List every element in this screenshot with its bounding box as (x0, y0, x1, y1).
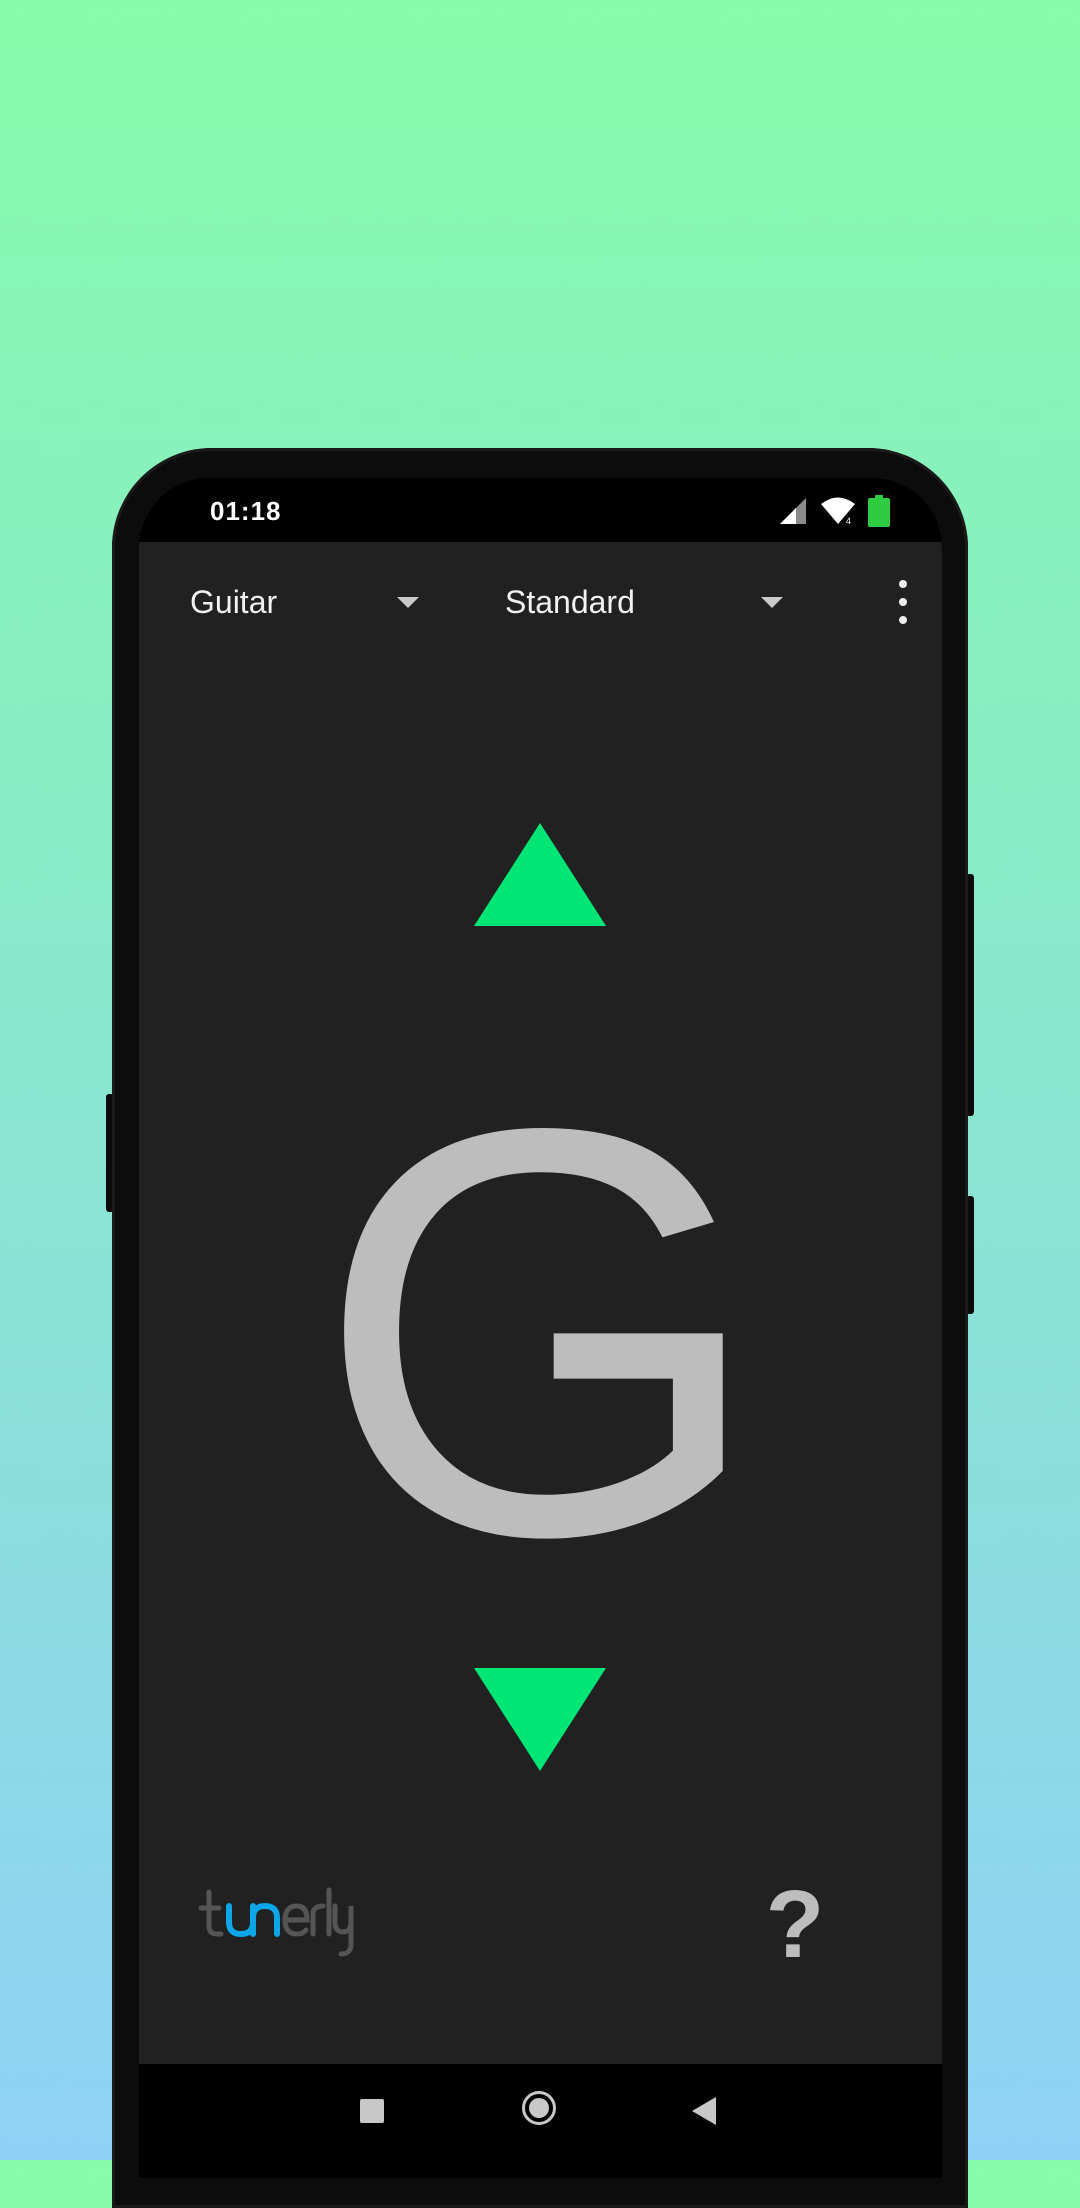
dropdown-arrow-icon (761, 597, 783, 608)
instrument-label: Guitar (190, 583, 278, 620)
toolbar: Guitar Standard (139, 542, 942, 662)
tuning-label: Standard (505, 583, 635, 620)
instrument-dropdown[interactable]: Guitar (190, 572, 430, 632)
navigation-bar (139, 2064, 942, 2178)
tune-up-arrow-icon (474, 823, 606, 926)
status-bar: 01:18 4 (139, 478, 942, 542)
more-vert-icon (899, 580, 907, 588)
status-time: 01:18 (210, 496, 282, 526)
detected-note: G (314, 1008, 767, 1656)
help-button[interactable]: ? (755, 1877, 835, 1973)
signal-icon (780, 498, 806, 524)
wifi-icon: 4 (821, 497, 855, 526)
recents-icon[interactable] (360, 2099, 384, 2123)
home-icon[interactable] (522, 2091, 556, 2125)
tune-down-arrow-icon (474, 1668, 606, 1771)
tuner-app: Guitar Standard G ? (139, 542, 942, 2064)
tunerly-logo (198, 1887, 354, 1957)
status-icons: 4 (778, 494, 890, 528)
svg-text:4: 4 (846, 516, 851, 526)
phone-screen: 01:18 4 Guitar Standard G ? (139, 478, 942, 2178)
tuning-dropdown[interactable]: Standard (505, 572, 805, 632)
more-options-button[interactable] (891, 580, 915, 624)
battery-icon (868, 495, 890, 527)
dropdown-arrow-icon (397, 597, 419, 608)
back-icon[interactable] (692, 2097, 716, 2125)
